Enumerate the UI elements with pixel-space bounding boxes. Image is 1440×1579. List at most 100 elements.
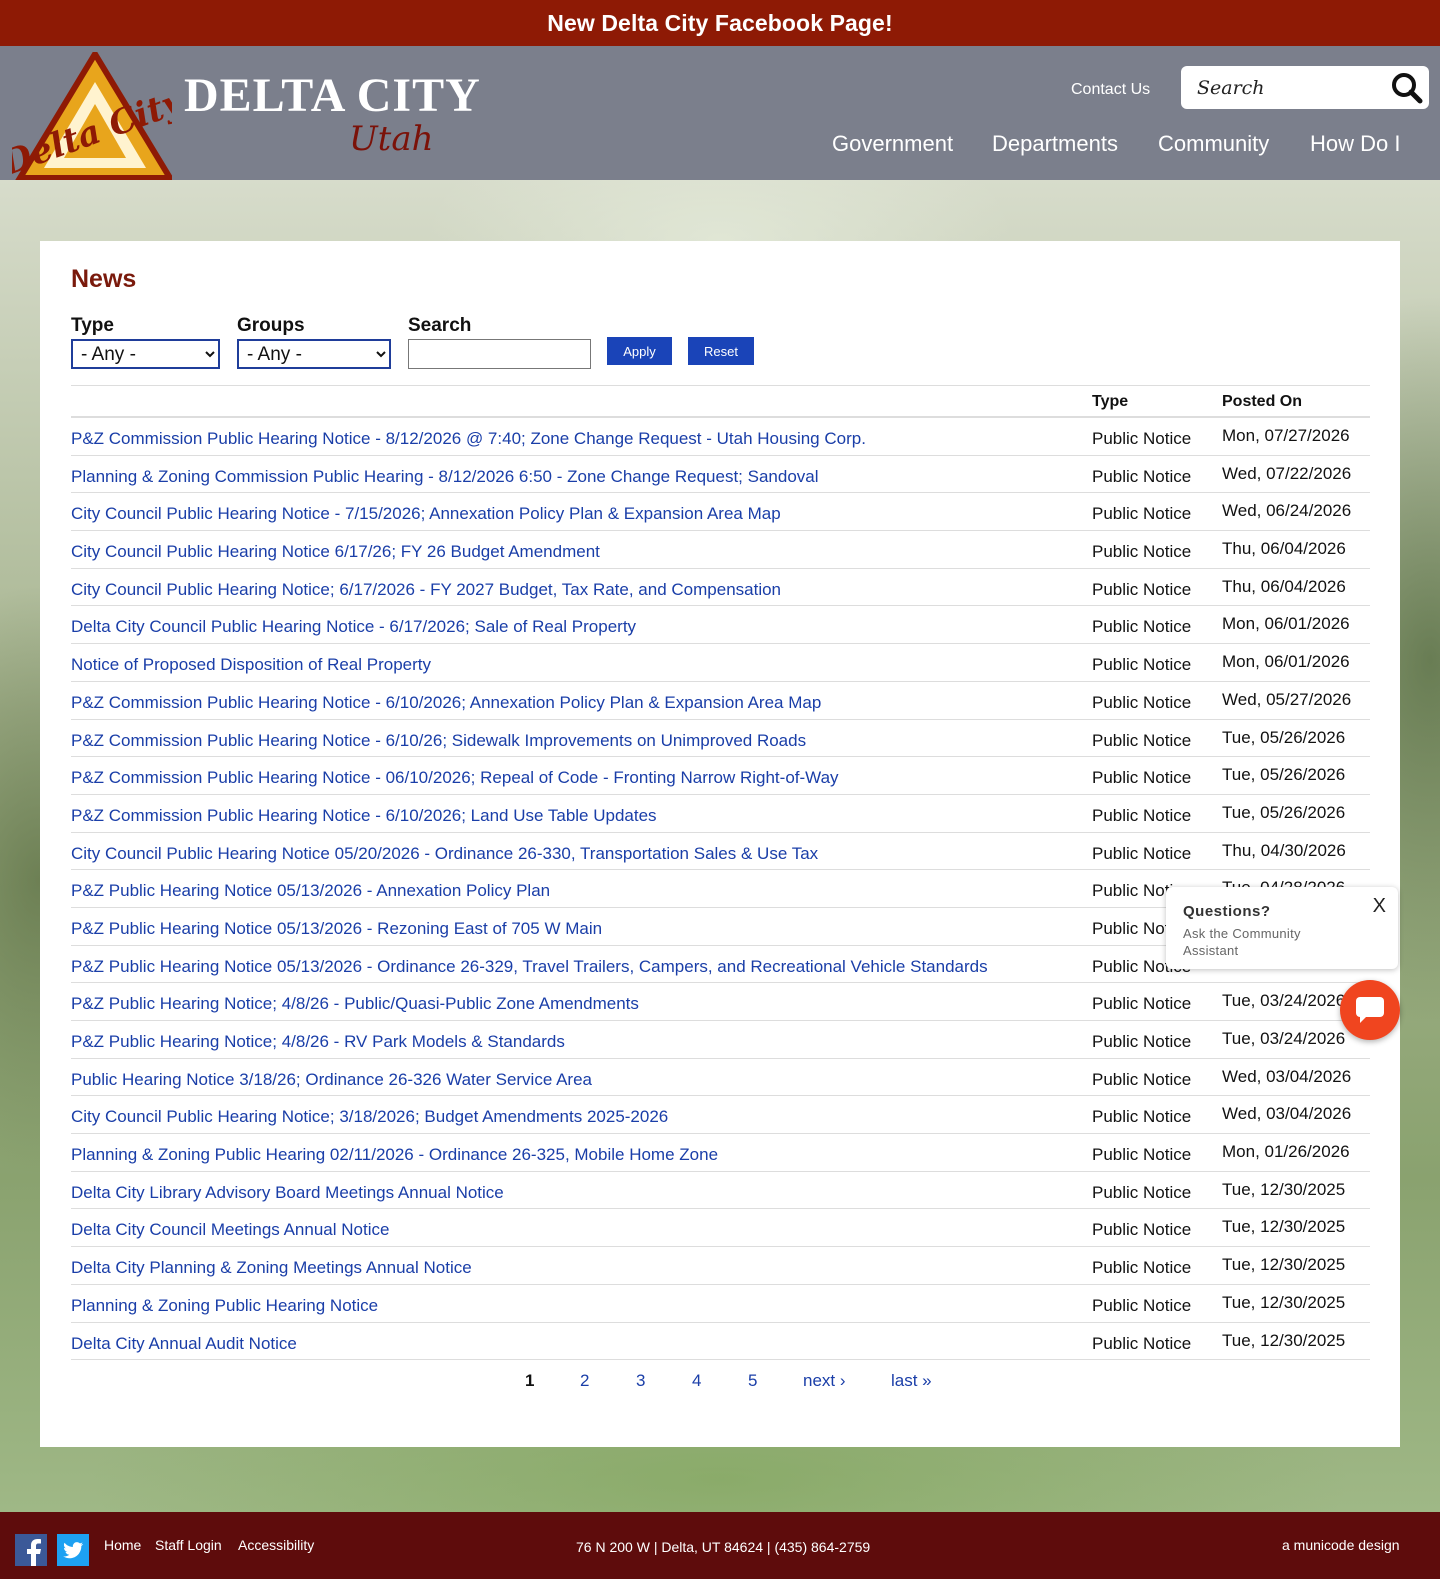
site-title[interactable]: DELTA CITY — [184, 72, 481, 120]
reset-button[interactable]: Reset — [688, 337, 754, 365]
footer-home-link[interactable]: Home — [104, 1537, 141, 1553]
news-item-date: Wed, 06/24/2026 — [1222, 501, 1352, 521]
news-item-link[interactable]: Planning & Zoning Public Hearing 02/11/2… — [71, 1145, 718, 1165]
news-item-link[interactable]: City Council Public Hearing Notice; 3/18… — [71, 1107, 668, 1127]
news-item-link[interactable]: P&Z Public Hearing Notice 05/13/2026 - O… — [71, 957, 988, 977]
footer-credit[interactable]: a municode design — [1282, 1537, 1400, 1553]
news-item-date: Wed, 07/22/2026 — [1222, 463, 1352, 483]
type-filter-label: Type — [71, 315, 114, 336]
news-item-type: Public Notice — [1092, 504, 1192, 524]
news-item-link[interactable]: City Council Public Hearing Notice; 6/17… — [71, 580, 781, 600]
table-row: P&Z Public Hearing Notice; 4/8/26 - Publ… — [71, 983, 1370, 1021]
table-row: Planning & Zoning Public Hearing Notice P… — [71, 1285, 1370, 1323]
news-item-type: Public Notice — [1092, 994, 1192, 1014]
table-row: P&Z Commission Public Hearing Notice - 6… — [71, 720, 1370, 758]
nav-community[interactable]: Community — [1158, 131, 1269, 157]
footer-accessibility-link[interactable]: Accessibility — [238, 1537, 314, 1553]
news-item-type: Public Notice — [1092, 768, 1192, 788]
news-item-link[interactable]: P&Z Commission Public Hearing Notice - 6… — [71, 806, 657, 826]
news-item-link[interactable]: Delta City Annual Audit Notice — [71, 1334, 297, 1354]
facebook-icon[interactable] — [15, 1534, 47, 1566]
news-item-link[interactable]: P&Z Commission Public Hearing Notice - 8… — [71, 429, 866, 449]
table-row: Delta City Library Advisory Board Meetin… — [71, 1172, 1370, 1210]
news-item-type: Public Notice — [1092, 579, 1192, 599]
table-row: City Council Public Hearing Notice; 3/18… — [71, 1096, 1370, 1135]
chat-bubble-icon — [1356, 997, 1384, 1023]
news-item-date: Thu, 06/04/2026 — [1222, 539, 1346, 559]
twitter-icon[interactable] — [57, 1534, 89, 1566]
news-item-link[interactable]: Planning & Zoning Public Hearing Notice — [71, 1296, 378, 1316]
news-item-type: Public Notice — [1092, 1032, 1192, 1051]
news-item-date: Tue, 03/24/2026 — [1222, 1029, 1346, 1048]
news-item-link[interactable]: P&Z Commission Public Hearing Notice - 6… — [71, 731, 806, 751]
news-item-link[interactable]: P&Z Public Hearing Notice; 4/8/26 - RV P… — [71, 1032, 565, 1052]
pager-last[interactable]: last » — [891, 1371, 932, 1391]
pager-page-3[interactable]: 3 — [636, 1371, 645, 1391]
table-row: Planning & Zoning Public Hearing 02/11/2… — [71, 1134, 1370, 1172]
news-item-type: Public Notice — [1092, 655, 1192, 675]
news-item-link[interactable]: Delta City Library Advisory Board Meetin… — [71, 1183, 504, 1203]
apply-button[interactable]: Apply — [607, 337, 672, 365]
groups-filter-select[interactable]: - Any - — [237, 339, 391, 369]
nav-how-do-i[interactable]: How Do I — [1310, 131, 1400, 157]
banner-text[interactable]: New Delta City Facebook Page! — [547, 10, 892, 37]
news-item-date: Tue, 12/30/2025 — [1222, 1217, 1346, 1237]
column-header-posted[interactable]: Posted On — [1222, 393, 1302, 411]
nav-government[interactable]: Government — [832, 131, 953, 157]
close-icon[interactable]: X — [1373, 895, 1386, 918]
news-item-type: Public Notice — [1092, 1295, 1192, 1315]
pager-page-4[interactable]: 4 — [692, 1371, 701, 1391]
site-search-input[interactable] — [1181, 66, 1381, 109]
table-row: City Council Public Hearing Notice 05/20… — [71, 833, 1370, 871]
news-item-link[interactable]: City Council Public Hearing Notice - 7/1… — [71, 504, 781, 524]
news-item-link[interactable]: P&Z Commission Public Hearing Notice - 0… — [71, 768, 839, 788]
news-item-link[interactable]: P&Z Public Hearing Notice 05/13/2026 - A… — [71, 881, 550, 901]
footer-address: 76 N 200 W | Delta, UT 84624 | (435) 864… — [576, 1539, 871, 1555]
pager-next[interactable]: next › — [803, 1371, 846, 1391]
pager-page-2[interactable]: 2 — [580, 1371, 589, 1391]
news-item-link[interactable]: Notice of Proposed Disposition of Real P… — [71, 655, 431, 675]
news-item-link[interactable]: Planning & Zoning Commission Public Hear… — [71, 467, 819, 487]
news-table: Type Posted On P&Z Commission Public Hea… — [71, 385, 1370, 1361]
contact-us-link[interactable]: Contact Us — [1071, 81, 1150, 99]
news-item-type: Public Notice — [1092, 730, 1192, 750]
table-row: Public Hearing Notice 3/18/26; Ordinance… — [71, 1059, 1370, 1097]
news-item-date: Tue, 05/26/2026 — [1222, 765, 1346, 785]
announcement-banner[interactable]: New Delta City Facebook Page! — [0, 0, 1440, 46]
news-item-link[interactable]: P&Z Public Hearing Notice 05/13/2026 - R… — [71, 919, 602, 939]
page-title: News — [71, 265, 137, 293]
news-item-link[interactable]: City Council Public Hearing Notice 6/17/… — [71, 542, 600, 562]
news-panel: News Type - Any - Groups - Any - Search … — [40, 241, 1400, 1447]
column-header-type[interactable]: Type — [1092, 393, 1128, 411]
chat-popup[interactable]: Questions? Ask the Community Assistant X — [1166, 887, 1398, 969]
search-filter-label: Search — [408, 315, 472, 336]
table-row: Notice of Proposed Disposition of Real P… — [71, 644, 1370, 682]
news-item-date: Mon, 07/27/2026 — [1222, 426, 1350, 445]
news-item-date: Tue, 05/26/2026 — [1222, 727, 1346, 747]
news-item-type: Public Notice — [1092, 1145, 1192, 1165]
news-item-date: Mon, 06/01/2026 — [1222, 614, 1350, 634]
type-filter-select[interactable]: - Any - — [71, 339, 220, 369]
pager-current-page: 1 — [525, 1371, 535, 1390]
news-item-link[interactable]: Delta City Council Public Hearing Notice… — [71, 617, 636, 637]
search-icon[interactable] — [1391, 72, 1423, 104]
news-item-link[interactable]: Public Hearing Notice 3/18/26; Ordinance… — [71, 1070, 592, 1090]
news-item-date: Wed, 05/27/2026 — [1222, 689, 1352, 709]
footer-staff-login-link[interactable]: Staff Login — [155, 1537, 222, 1553]
news-item-link[interactable]: Delta City Council Meetings Annual Notic… — [71, 1220, 389, 1240]
news-item-link[interactable]: Delta City Planning & Zoning Meetings An… — [71, 1258, 472, 1278]
news-search-input[interactable] — [408, 339, 591, 369]
pager-page-5[interactable]: 5 — [748, 1371, 757, 1391]
news-item-date: Tue, 12/30/2025 — [1222, 1255, 1346, 1275]
news-item-link[interactable]: P&Z Commission Public Hearing Notice - 6… — [71, 693, 821, 713]
news-item-date: Tue, 03/24/2026 — [1222, 991, 1346, 1011]
chat-launcher-button[interactable] — [1340, 980, 1400, 1040]
news-item-link[interactable]: City Council Public Hearing Notice 05/20… — [71, 844, 818, 864]
news-item-link[interactable]: P&Z Public Hearing Notice; 4/8/26 - Publ… — [71, 994, 639, 1014]
table-row: P&Z Commission Public Hearing Notice - 8… — [71, 418, 1370, 456]
news-item-type: Public Notice — [1092, 1220, 1192, 1240]
table-row: City Council Public Hearing Notice 6/17/… — [71, 531, 1370, 569]
site-footer: Home Staff Login Accessibility 76 N 200 … — [0, 1512, 1440, 1579]
news-item-date: Tue, 05/26/2026 — [1222, 802, 1346, 822]
nav-departments[interactable]: Departments — [992, 131, 1118, 157]
